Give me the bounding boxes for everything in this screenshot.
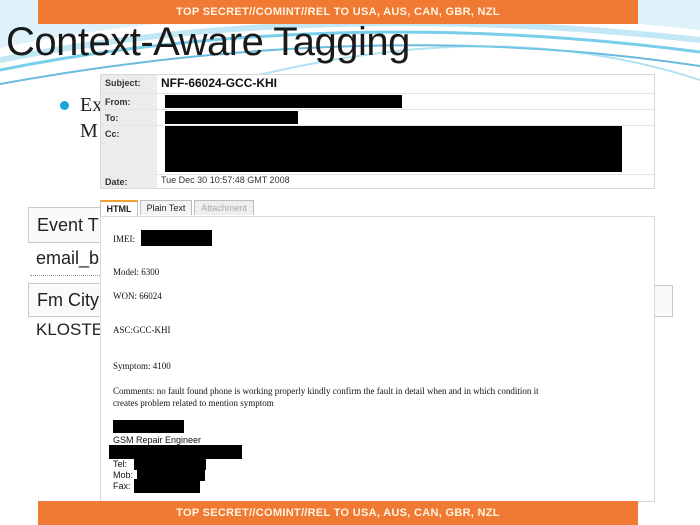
won-line: WON: 66024 <box>113 291 162 301</box>
tel-redaction <box>134 459 206 470</box>
tab-plain-text[interactable]: Plain Text <box>140 200 192 215</box>
table-cell-city: KLOSTE <box>36 320 104 339</box>
symptom-line: Symptom: 4100 <box>113 361 171 371</box>
slide-title: Context-Aware Tagging <box>6 20 410 64</box>
asc-line: ASC:GCC-KHI <box>113 325 171 335</box>
signature-name-redaction <box>113 420 184 433</box>
table-header-fm-city: Fm City <box>28 283 108 317</box>
subject-value[interactable]: NFF-66024-GCC-KHI <box>161 75 277 90</box>
imei-label: IMEI: <box>113 234 135 244</box>
tab-html[interactable]: HTML <box>100 200 138 216</box>
tab-attachment[interactable]: Attachment <box>194 200 254 215</box>
classification-banner-top: TOP SECRET//COMINT//REL TO USA, AUS, CAN… <box>38 0 638 24</box>
email-body-panel: IMEI: Model: 6300 WON: 66024 ASC:GCC-KHI… <box>100 216 655 502</box>
comments-line-1: Comments: no fault found phone is workin… <box>113 386 539 396</box>
bullet-line-2: M <box>80 120 98 142</box>
cc-label: Cc: <box>101 126 157 174</box>
bullet-icon <box>60 101 69 110</box>
date-row: Date: Tue Dec 30 10:57:48 GMT 2008 <box>101 174 654 188</box>
imei-redaction <box>141 230 212 246</box>
from-label: From: <box>101 94 157 109</box>
from-redaction <box>165 95 402 108</box>
subject-label: Subject: <box>101 75 157 93</box>
classification-banner-bottom: TOP SECRET//COMINT//REL TO USA, AUS, CAN… <box>38 501 638 525</box>
from-row: From: <box>101 94 654 110</box>
bullet-text: Ex M <box>80 92 102 144</box>
model-line: Model: 6300 <box>113 267 160 277</box>
cc-row: Cc: <box>101 126 654 175</box>
email-header-panel: Subject: NFF-66024-GCC-KHI From: To: Cc:… <box>100 74 655 189</box>
fax-redaction <box>134 479 200 493</box>
to-label: To: <box>101 110 157 125</box>
cc-redaction <box>165 126 622 172</box>
table-header-event-type: Event T <box>28 207 108 243</box>
signature-title: GSM Repair Engineer <box>113 435 202 445</box>
table-divider <box>30 275 110 276</box>
table-cell-email: email_b <box>36 248 100 268</box>
to-row: To: <box>101 110 654 126</box>
tel-label: Tel: <box>113 459 128 469</box>
mob-label: Mob: <box>113 470 134 480</box>
date-value: Tue Dec 30 10:57:48 GMT 2008 <box>161 175 290 185</box>
subject-row: Subject: NFF-66024-GCC-KHI <box>101 75 654 94</box>
to-redaction <box>165 111 298 124</box>
comments-line-2: creates problem related to mention sympt… <box>113 398 274 408</box>
fax-label: Fax: <box>113 481 131 491</box>
bullet-line-1: Ex <box>80 94 103 116</box>
signature-org-redaction <box>109 445 242 459</box>
date-label: Date: <box>101 174 157 188</box>
